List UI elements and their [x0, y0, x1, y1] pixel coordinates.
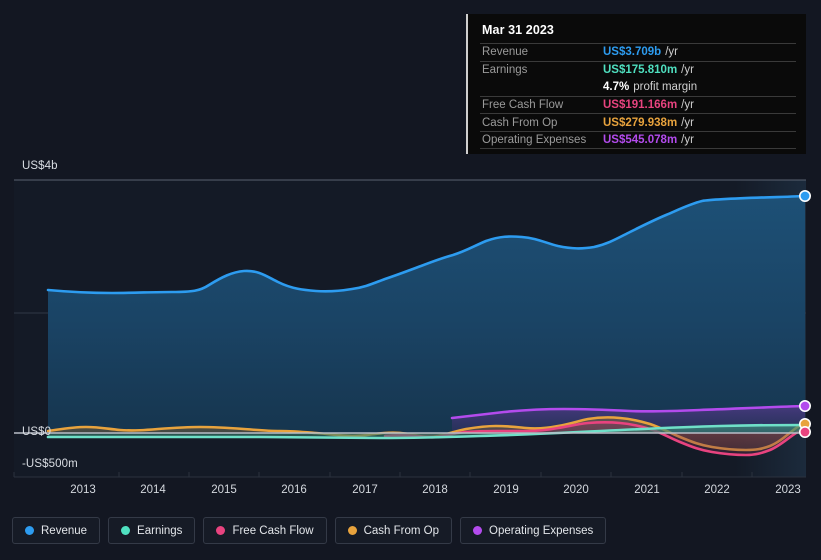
x-axis-label-2023: 2023 — [775, 484, 801, 496]
x-axis-label-2019: 2019 — [493, 484, 519, 496]
opex-endpoint-marker — [798, 399, 811, 412]
tooltip-row-value: US$191.166m — [603, 99, 678, 112]
tooltip-row-unit: profit margin — [633, 80, 698, 93]
x-axis-label-2021: 2021 — [634, 484, 660, 496]
tooltip-row-value: US$175.810m — [603, 63, 678, 76]
tooltip-row-value: 4.7% — [603, 80, 630, 93]
legend-swatch-icon — [347, 526, 357, 535]
legend-item-earnings[interactable]: Earnings — [108, 517, 196, 544]
y-axis-label-bottom: -US$500m — [22, 458, 78, 470]
chart-legend: Revenue Earnings Free Cash Flow Cash From O… — [12, 517, 607, 544]
tooltip-row-value: US$279.938m — [603, 116, 678, 129]
y-axis-label-zero: US$0 — [22, 426, 52, 438]
tooltip-row-value: US$3.709b — [603, 46, 662, 59]
tooltip-row-value: US$545.078m — [603, 133, 678, 146]
fcf-endpoint-marker — [798, 425, 811, 438]
legend-item-revenue[interactable]: Revenue — [12, 517, 101, 544]
legend-swatch-icon — [473, 526, 483, 535]
x-axis-label-2016: 2016 — [281, 484, 307, 496]
x-axis-label-2017: 2017 — [352, 484, 378, 496]
x-axis-label-2015: 2015 — [211, 484, 237, 496]
tooltip-date: Mar 31 2023 — [482, 23, 554, 37]
tooltip-row-key: Revenue — [482, 46, 529, 59]
tooltip-row-unit: /yr — [665, 46, 678, 59]
legend-item-label: Free Cash Flow — [232, 524, 314, 537]
tooltip-row: Revenue US$3.709b/yr — [480, 43, 796, 61]
x-axis-label-2014: 2014 — [140, 484, 166, 496]
revenue-endpoint-marker — [798, 190, 811, 203]
legend-swatch-icon — [121, 526, 131, 535]
tooltip-row: Cash From Op US$279.938m/yr — [480, 113, 796, 131]
legend-item-cash-from-op[interactable]: Cash From Op — [334, 517, 453, 544]
x-axis-label-2018: 2018 — [422, 484, 448, 496]
x-axis-label-2022: 2022 — [704, 484, 730, 496]
legend-item-label: Revenue — [41, 524, 88, 537]
tooltip-row-unit: /yr — [681, 133, 694, 146]
tooltip-rows: Revenue US$3.709b/yr Earnings US$175.810m/y… — [480, 43, 796, 149]
chart-tooltip: Mar 31 2023 Revenue US$3.709b/yr Earnings U… — [466, 14, 806, 154]
legend-swatch-icon — [25, 526, 34, 535]
tooltip-row-unit: /yr — [681, 63, 694, 76]
tooltip-row-key: Operating Expenses — [482, 133, 587, 146]
legend-swatch-icon — [216, 526, 226, 535]
legend-item-label: Earnings — [137, 524, 183, 537]
tooltip-row-key: Earnings — [482, 63, 528, 76]
tooltip-row: Earnings US$175.810m/yr — [480, 60, 796, 79]
legend-item-operating-expenses[interactable]: Operating Expenses — [460, 517, 607, 544]
tooltip-row: 4.7% profit margin — [480, 78, 796, 96]
tooltip-row-unit: /yr — [681, 99, 694, 112]
tooltip-row-key: Cash From Op — [482, 116, 558, 129]
legend-item-label: Operating Expenses — [489, 524, 594, 537]
tooltip-row: Operating Expenses US$545.078m/yr — [480, 130, 796, 149]
x-axis-label-2020: 2020 — [563, 484, 589, 496]
legend-item-label: Cash From Op — [363, 524, 440, 537]
legend-item-free-cash-flow[interactable]: Free Cash Flow — [203, 517, 327, 544]
y-axis-label-top: US$4b — [22, 160, 58, 172]
x-axis-label-2013: 2013 — [70, 484, 96, 496]
tooltip-row: Free Cash Flow US$191.166m/yr — [480, 95, 796, 114]
tooltip-row-key: Free Cash Flow — [482, 99, 564, 112]
tooltip-row-unit: /yr — [681, 116, 694, 129]
